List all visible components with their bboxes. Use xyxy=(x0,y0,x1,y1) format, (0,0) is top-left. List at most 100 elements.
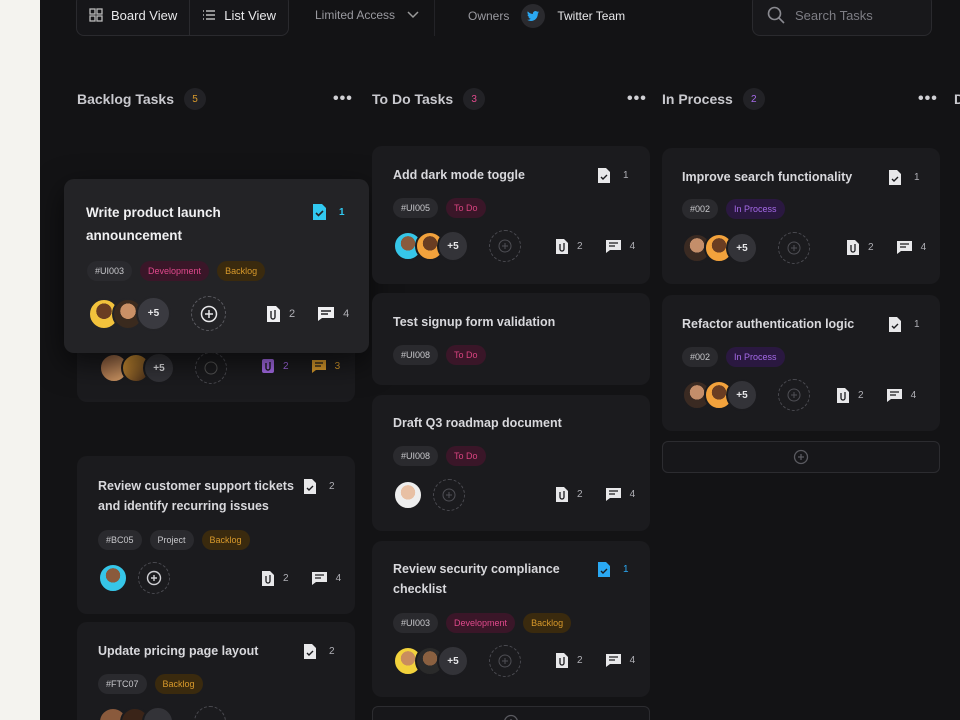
checklist-icon xyxy=(313,204,326,220)
comment-icon xyxy=(896,241,912,254)
tag-id: #UI008 xyxy=(393,446,439,466)
assignees xyxy=(98,706,226,720)
tag-list: #UI003 Development Backlog xyxy=(87,261,266,281)
avatar xyxy=(98,563,128,593)
assignees: +5 xyxy=(682,232,810,264)
search-box[interactable]: Search Tasks xyxy=(752,0,932,36)
tag-development: Development xyxy=(446,613,516,633)
card-meta: 2 4 xyxy=(555,238,635,255)
assignees xyxy=(393,479,465,511)
tag-in-process: In Process xyxy=(726,347,785,367)
add-circle-icon xyxy=(787,241,801,255)
column-menu-button[interactable]: ••• xyxy=(627,91,647,107)
checklist-icon xyxy=(304,644,316,659)
attachment-count: 2 xyxy=(858,390,864,401)
column-header-next: D xyxy=(954,88,960,110)
checklist-count: 1 xyxy=(623,564,629,575)
task-card[interactable]: Review security compliance checklist 1 #… xyxy=(372,541,650,697)
checklist-indicator: 1 xyxy=(888,169,920,186)
tag-list: #UI008 To Do xyxy=(393,446,486,466)
task-card[interactable]: Test signup form validation #UI008 To Do xyxy=(372,293,650,385)
add-assignee-button[interactable] xyxy=(138,562,170,594)
task-card[interactable]: Refactor authentication logic 1 #002 In … xyxy=(662,295,940,431)
task-title: Test signup form validation xyxy=(393,315,556,329)
task-title: Add dark mode toggle xyxy=(393,168,525,182)
column-count: 2 xyxy=(742,88,765,110)
list-view-tab[interactable]: List View xyxy=(189,0,288,35)
checklist-count: 2 xyxy=(329,481,335,492)
tag-id: #UI003 xyxy=(393,613,439,633)
add-circle-icon xyxy=(146,570,162,586)
task-card[interactable]: Improve search functionality 1 #002 In P… xyxy=(662,148,940,284)
card-meta: 2 4 xyxy=(836,387,916,404)
add-assignee-button[interactable] xyxy=(778,379,810,411)
add-circle-icon xyxy=(793,449,809,465)
more-assignees-badge: +5 xyxy=(437,645,469,677)
add-assignee-button[interactable] xyxy=(433,479,465,511)
tag-id: #UI008 xyxy=(393,345,439,365)
more-assignees-badge: +5 xyxy=(437,230,469,262)
avatar xyxy=(393,480,423,510)
column-title: Backlog Tasks xyxy=(77,91,175,107)
assignees xyxy=(98,562,170,594)
add-task-button[interactable] xyxy=(372,706,650,720)
add-circle-icon xyxy=(504,714,518,720)
comment-icon xyxy=(605,240,621,253)
more-assignees-badge xyxy=(142,706,174,720)
checklist-indicator: 1 xyxy=(597,167,629,184)
attachment-icon xyxy=(556,487,568,502)
attachment-count: 2 xyxy=(283,360,289,372)
tag-backlog: Backlog xyxy=(523,613,572,633)
comment-count: 3 xyxy=(334,360,341,372)
tag-list: #UI008 To Do xyxy=(393,345,486,365)
tag-project: Project xyxy=(149,530,194,550)
tag-development: Development xyxy=(140,261,210,281)
owners-group: Owners Twitter Team xyxy=(468,4,625,28)
add-assignee-button[interactable] xyxy=(195,352,227,384)
assignees: +5 xyxy=(99,352,227,384)
column-menu-button[interactable]: ••• xyxy=(918,91,938,107)
attachment-icon xyxy=(847,240,859,255)
board-view-tab[interactable]: Board View xyxy=(77,0,189,35)
list-icon xyxy=(203,10,216,20)
dragged-task-card[interactable]: Write product launch announcement 1 #UI0… xyxy=(64,179,369,353)
access-dropdown[interactable]: Limited Access xyxy=(315,8,419,22)
column-menu-button[interactable]: ••• xyxy=(333,91,353,107)
tag-list: #002 In Process xyxy=(682,199,785,219)
tag-list: #BC05 Project Backlog xyxy=(98,530,250,550)
task-title: Improve search functionality xyxy=(682,170,853,184)
add-task-button[interactable] xyxy=(662,441,940,473)
tag-id: #FTC07 xyxy=(98,674,147,694)
list-view-label: List View xyxy=(224,7,277,23)
card-meta: 2 4 xyxy=(846,239,926,256)
task-title: Review security compliance checklist xyxy=(393,562,560,596)
tag-list: #002 In Process xyxy=(682,347,785,367)
comment-count: 4 xyxy=(629,655,636,666)
comment-icon xyxy=(311,572,327,585)
task-card[interactable]: Add dark mode toggle 1 #UI005 To Do +5 2… xyxy=(372,146,650,284)
comment-count: 4 xyxy=(343,308,350,320)
task-card[interactable]: Review customer support tickets and iden… xyxy=(77,456,355,614)
add-circle-icon xyxy=(498,239,512,253)
chevron-down-icon xyxy=(407,11,419,19)
attachment-icon xyxy=(267,306,280,322)
add-assignee-button[interactable] xyxy=(194,706,226,720)
tag-todo: To Do xyxy=(446,446,486,466)
task-card[interactable]: Draft Q3 roadmap document #UI008 To Do 2… xyxy=(372,395,650,531)
comment-icon xyxy=(605,654,621,667)
tag-backlog: Backlog xyxy=(217,261,266,281)
task-title: Update pricing page layout xyxy=(98,644,259,658)
add-assignee-button[interactable] xyxy=(778,232,810,264)
owner-team-name[interactable]: Twitter Team xyxy=(557,9,625,23)
attachment-icon xyxy=(262,359,274,373)
add-assignee-button[interactable] xyxy=(191,296,226,331)
add-assignee-button[interactable] xyxy=(489,645,521,677)
owners-label: Owners xyxy=(468,9,510,23)
tag-backlog: Backlog xyxy=(154,674,203,694)
attachment-count: 2 xyxy=(283,573,289,584)
tag-backlog: Backlog xyxy=(201,530,250,550)
tag-list: #UI003 Development Backlog xyxy=(393,613,572,633)
attachment-icon xyxy=(837,388,849,403)
add-assignee-button[interactable] xyxy=(489,230,521,262)
task-card[interactable]: Update pricing page layout 2 #FTC07 Back… xyxy=(77,622,355,720)
